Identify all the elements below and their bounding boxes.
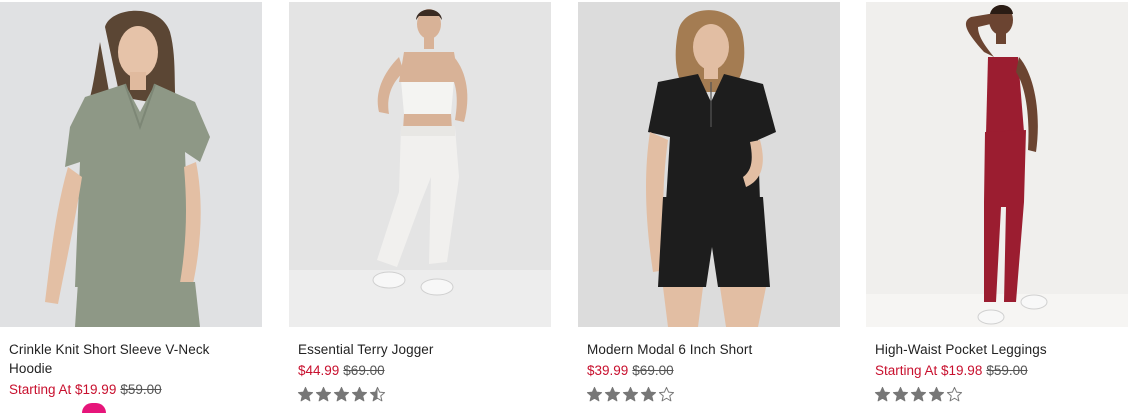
original-price: $69.00	[343, 363, 385, 378]
product-card[interactable]: Essential Terry Jogger $44.99 $69.00	[289, 0, 551, 408]
product-price: Starting At $19.99 $59.00	[9, 381, 162, 399]
star-icon	[297, 386, 314, 402]
star-rating	[874, 386, 963, 406]
star-icon	[333, 386, 350, 402]
star-icon	[315, 386, 332, 402]
product-card[interactable]: Crinkle Knit Short Sleeve V-Neck Hoodie …	[0, 0, 262, 413]
star-icon	[622, 386, 639, 402]
star-icon	[604, 386, 621, 402]
product-photo-hoodie	[0, 2, 262, 327]
product-price: $39.99 $69.00	[587, 362, 674, 380]
star-icon	[946, 386, 963, 402]
star-rating	[586, 386, 675, 406]
original-price: $69.00	[632, 363, 674, 378]
product-photo-short	[578, 2, 840, 327]
sale-price: $44.99	[298, 363, 340, 378]
star-icon	[640, 386, 657, 402]
sale-price: $39.99	[587, 363, 629, 378]
sale-price: Starting At $19.98	[875, 363, 983, 378]
product-price: $44.99 $69.00	[298, 362, 385, 380]
original-price: $59.00	[986, 363, 1028, 378]
product-image[interactable]	[866, 2, 1128, 327]
product-image[interactable]	[578, 2, 840, 327]
product-name[interactable]: Essential Terry Jogger	[298, 340, 543, 359]
product-price: Starting At $19.98 $59.00	[875, 362, 1028, 380]
product-image[interactable]	[289, 2, 551, 327]
star-icon	[351, 386, 368, 402]
star-icon	[586, 386, 603, 402]
product-name[interactable]: Modern Modal 6 Inch Short	[587, 340, 832, 359]
star-icon	[874, 386, 891, 402]
product-name[interactable]: High-Waist Pocket Leggings	[875, 340, 1120, 359]
star-icon	[910, 386, 927, 402]
product-name[interactable]: Crinkle Knit Short Sleeve V-Neck Hoodie	[9, 340, 254, 378]
original-price: $59.00	[120, 382, 162, 397]
color-swatch[interactable]	[82, 403, 106, 413]
product-photo-jogger	[289, 2, 551, 327]
star-icon	[658, 386, 675, 402]
product-card[interactable]: High-Waist Pocket Leggings Starting At $…	[866, 0, 1128, 408]
product-image[interactable]	[0, 2, 262, 327]
sale-price: Starting At $19.99	[9, 382, 117, 397]
star-icon	[892, 386, 909, 402]
product-card[interactable]: Modern Modal 6 Inch Short $39.99 $69.00	[578, 0, 840, 408]
star-rating	[297, 386, 386, 406]
product-grid: Crinkle Knit Short Sleeve V-Neck Hoodie …	[0, 0, 1129, 413]
product-photo-leggings	[866, 2, 1128, 327]
star-icon	[928, 386, 945, 402]
star-icon	[369, 386, 386, 402]
